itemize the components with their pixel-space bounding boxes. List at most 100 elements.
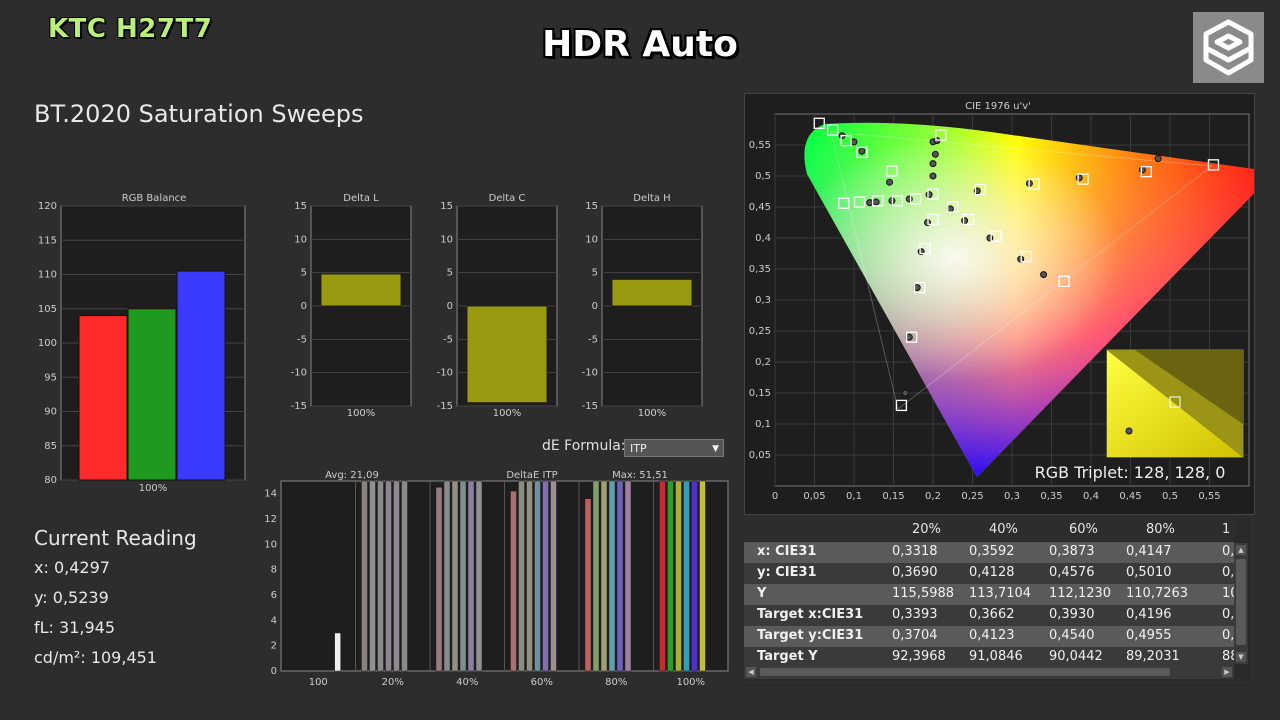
x-tick-label: 0 (772, 491, 778, 502)
itp-bar (691, 480, 698, 672)
itp-bar (518, 480, 525, 672)
scroll-thumb[interactable] (760, 668, 1170, 676)
table-row[interactable]: Target y:CIE31 0,3704 0,4123 0,4540 0,4955 0,… (744, 626, 1243, 647)
y-tick-label: 85 (44, 441, 57, 452)
cube-logo-icon (1193, 12, 1264, 83)
horizontal-scrollbar[interactable]: ◀ ▶ (744, 665, 1234, 679)
measured-point (850, 138, 858, 146)
scroll-thumb[interactable] (1236, 559, 1246, 645)
inset-swatch (1106, 349, 1244, 458)
y-tick-label: 0,25 (749, 326, 771, 337)
table-cell: 91,0846 (969, 649, 1023, 664)
x-tick-label: 0,05 (803, 491, 825, 502)
y-tick-label: 0 (592, 301, 598, 312)
measured-point (931, 150, 939, 158)
itp-bar (683, 480, 690, 672)
itp-bar (393, 480, 400, 672)
de-formula-label: dE Formula: (542, 438, 626, 454)
cie-diagram-panel: CIE 1976 u'v' 0 0,05 0,1 0,15 0,2 0,25 0,3 0,35… (744, 93, 1275, 515)
table-row[interactable]: Y 115,5988 113,7104 112,1230 110,7263 10 (744, 584, 1239, 605)
table-row[interactable]: y: CIE31 0,3690 0,4128 0,4576 0,5010 0,5 (744, 563, 1243, 584)
x-tick-label: 60% (531, 677, 553, 688)
row-label: x: CIE31 (757, 544, 817, 559)
column-header: 1 (1222, 522, 1231, 537)
y-tick-label: 5 (592, 268, 598, 279)
x-tick-label: 0,5 (1162, 491, 1178, 502)
itp-bar (584, 498, 592, 672)
itp-bar (334, 632, 341, 672)
measured-point (1154, 155, 1162, 163)
rgb-triplet-readout: RGB Triplet: 128, 128, 0 (1035, 463, 1226, 482)
y-tick-label: -10 (582, 368, 598, 379)
chart-title: Delta H (633, 193, 670, 204)
delta-l-chart: Delta L -15 -10 -5 0 5 10 15 100% (291, 193, 412, 419)
y-tick-label: -15 (291, 401, 307, 412)
y-tick-label: -5 (443, 334, 453, 345)
x-tick-label: 0,25 (961, 491, 983, 502)
y-tick-label: -15 (437, 401, 453, 412)
measured-point (872, 198, 880, 206)
y-tick-label: 5 (301, 268, 307, 279)
measured-point (929, 172, 937, 180)
table-cell: 0,4128 (969, 565, 1015, 580)
reading-fl: fL: 31,945 (34, 618, 116, 637)
table-cell: 0,3592 (969, 544, 1015, 559)
itp-bar (675, 480, 682, 672)
current-reading-panel: Current Reading x: 0,4297 y: 0,5239 fL: … (34, 526, 197, 678)
itp-bar (600, 480, 608, 672)
scroll-left-icon[interactable]: ◀ (746, 667, 756, 677)
x-tick-label: 40% (456, 677, 478, 688)
y-tick-label: 15 (440, 201, 453, 212)
table-cell: 0,3690 (892, 565, 938, 580)
scroll-up-icon[interactable]: ▲ (1236, 545, 1246, 555)
table-cell: 0,3662 (969, 607, 1015, 622)
y-tick-label: 2 (271, 641, 277, 652)
de-formula-select[interactable]: ITP ▼ (624, 439, 724, 457)
y-tick-label: 10 (294, 234, 307, 245)
x-tick-label: 0,35 (1040, 491, 1062, 502)
y-tick-label: 0,5 (755, 171, 771, 182)
table-cell: 115,5988 (892, 586, 955, 601)
y-tick-label: 0,4 (755, 233, 771, 244)
current-reading-title: Current Reading (34, 526, 197, 550)
itp-bar (667, 480, 674, 672)
delta-c-chart: Delta C -15 -10 -5 0 5 10 15 100% (437, 193, 558, 419)
measured-point (886, 178, 894, 186)
measured-point (961, 217, 969, 225)
x-label: 100% (493, 408, 522, 419)
y-tick-label: 0,55 (749, 140, 771, 151)
scroll-down-icon[interactable]: ▼ (1236, 652, 1246, 662)
measured-point (1138, 166, 1146, 174)
table-cell: 0,4576 (1049, 565, 1095, 580)
hdr-mode-title: HDR Auto (542, 24, 738, 65)
y-tick-label: 0,2 (755, 357, 771, 368)
table-cell: 0,4147 (1126, 544, 1172, 559)
y-tick-label: 10 (440, 234, 453, 245)
y-tick-label: 0 (301, 301, 307, 312)
table-cell: 0,4540 (1049, 628, 1095, 643)
itp-bar (624, 480, 632, 672)
row-label: Target Y (757, 649, 818, 664)
row-label: Target y:CIE31 (757, 628, 864, 643)
y-tick-label: 110 (38, 270, 57, 281)
table-row[interactable]: Target x:CIE31 0,3393 0,3662 0,3930 0,4196 0,… (744, 605, 1243, 626)
row-label: y: CIE31 (757, 565, 817, 580)
y-tick-label: 0,1 (755, 419, 771, 430)
reading-x: x: 0,4297 (34, 558, 110, 577)
table-row[interactable]: x: CIE31 0,3318 0,3592 0,3873 0,4147 0,4 (744, 542, 1243, 563)
delta-bar (466, 305, 548, 404)
table-cell: 110,7263 (1126, 586, 1189, 601)
bar-g (127, 308, 177, 481)
chart-title: Delta L (343, 193, 379, 204)
itp-bar (526, 480, 533, 672)
x-label: 100% (347, 408, 376, 419)
itp-bar (699, 480, 706, 672)
vertical-scrollbar[interactable]: ▲ ▼ (1234, 543, 1248, 664)
itp-bar (510, 490, 517, 672)
itp-bar (401, 480, 408, 672)
avg-label: Avg: 21,09 (325, 470, 379, 481)
scroll-right-icon[interactable]: ▶ (1222, 667, 1232, 677)
itp-bar (475, 480, 483, 672)
x-tick-label: 0,2 (925, 491, 941, 502)
table-cell: 112,1230 (1049, 586, 1112, 601)
